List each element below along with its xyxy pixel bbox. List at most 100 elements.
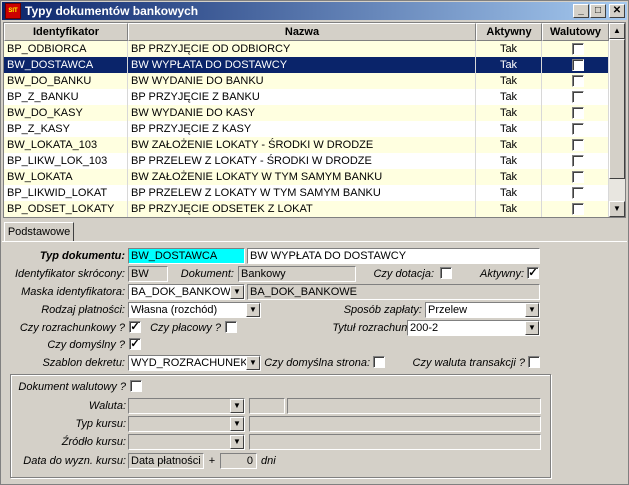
sposob-zaplaty-label: Sposób zapłaty:	[343, 304, 422, 316]
typ-dokumentu-name-field[interactable]: BW WYPŁATA DO DOSTAWCY	[247, 248, 540, 264]
walutowy-checkbox[interactable]	[572, 91, 584, 103]
cell-nazwa: BW ZAŁOŻENIE LOKATY W TYM SAMYM BANKU	[128, 169, 476, 185]
zrodlo-kursu-select[interactable]: ▼	[128, 434, 245, 450]
cell-walutowy	[542, 57, 609, 73]
column-header-currency[interactable]: Walutowy	[542, 23, 609, 41]
tab-podstawowe[interactable]: Podstawowe	[4, 222, 74, 242]
title-bar[interactable]: SIT Typy dokumentów bankowych _ □ ✕	[2, 2, 627, 20]
table-row[interactable]: BW_DO_KASY BW WYDANIE DO KASY Tak	[4, 105, 609, 121]
scroll-down-icon[interactable]: ▼	[609, 201, 625, 217]
column-header-name[interactable]: Nazwa	[128, 23, 476, 41]
column-header-id[interactable]: Identyfikator	[4, 23, 128, 41]
dni-label: dni	[261, 455, 276, 467]
walutowy-checkbox[interactable]	[572, 203, 584, 215]
minimize-button[interactable]: _	[573, 4, 589, 18]
dokument-field: Bankowy	[238, 266, 356, 282]
cell-nazwa: BP PRZELEW Z LOKATY W TYM SAMYM BANKU	[128, 185, 476, 201]
cell-identyfikator: BP_LIKW_LOK_103	[4, 153, 128, 169]
typ-kursu-select[interactable]: ▼	[128, 416, 245, 432]
cell-nazwa: BP PRZYJĘCIE OD ODBIORCY	[128, 41, 476, 57]
walutowy-checkbox[interactable]	[572, 171, 584, 183]
cell-walutowy	[542, 121, 609, 137]
table-row[interactable]: BW_LOKATA_103 BW ZAŁOŻENIE LOKATY - ŚRODK…	[4, 137, 609, 153]
czy-waluta-transakcji-checkbox[interactable]	[528, 356, 540, 368]
cell-aktywny: Tak	[476, 73, 542, 89]
close-button[interactable]: ✕	[609, 4, 625, 18]
maska-label: Maska identyfikatora:	[21, 286, 125, 298]
czy-rozrachunkowy-checkbox[interactable]: ✓	[129, 321, 141, 333]
walutowy-checkbox[interactable]	[572, 75, 584, 87]
table-row[interactable]: BW_DOSTAWCA BW WYPŁATA DO DOSTAWCY Tak	[4, 57, 609, 73]
szablon-dekretu-select[interactable]: WYD_ROZRACHUNEK ▼	[128, 355, 261, 371]
walutowy-checkbox[interactable]	[572, 155, 584, 167]
column-header-active[interactable]: Aktywny	[476, 23, 542, 41]
dokument-label: Dokument:	[180, 268, 234, 280]
chevron-down-icon[interactable]: ▼	[525, 321, 539, 335]
chevron-down-icon[interactable]: ▼	[246, 356, 260, 370]
czy-placowy-label: Czy płacowy ?	[150, 322, 221, 334]
table-row[interactable]: BP_LIKWID_LOKAT BP PRZELEW Z LOKATY W TYM…	[4, 185, 609, 201]
waluta-code-field	[249, 398, 285, 414]
czy-domyslna-strona-checkbox[interactable]	[373, 356, 385, 368]
cell-identyfikator: BP_Z_BANKU	[4, 89, 128, 105]
chevron-down-icon[interactable]: ▼	[525, 303, 539, 317]
walutowy-checkbox[interactable]	[572, 43, 584, 55]
walutowy-checkbox[interactable]	[572, 187, 584, 199]
table-row[interactable]: BW_LOKATA BW ZAŁOŻENIE LOKATY W TYM SAMYM…	[4, 169, 609, 185]
rodzaj-platnosci-select[interactable]: Własna (rozchód) ▼	[128, 302, 261, 318]
maximize-button[interactable]: □	[590, 4, 606, 18]
cell-aktywny: Tak	[476, 89, 542, 105]
cell-aktywny: Tak	[476, 41, 542, 57]
cell-walutowy	[542, 153, 609, 169]
rodzaj-platnosci-label: Rodzaj płatności:	[41, 304, 125, 316]
waluta-select[interactable]: ▼	[128, 398, 245, 414]
typ-kursu-desc-field	[249, 416, 541, 432]
waluta-name-field	[287, 398, 541, 414]
czy-domyslna-strona-label: Czy domyślna strona:	[264, 357, 370, 369]
zrodlo-kursu-label: Źródło kursu:	[61, 436, 126, 448]
table-row[interactable]: BP_ODBIORCA BP PRZYJĘCIE OD ODBIORCY Tak	[4, 41, 609, 57]
details-panel: Typ dokumentu: BW_DOSTAWCA BW WYPŁATA DO…	[2, 241, 627, 483]
scroll-up-icon[interactable]: ▲	[609, 23, 625, 39]
chevron-down-icon[interactable]: ▼	[246, 303, 260, 317]
walutowy-checkbox[interactable]	[572, 139, 584, 151]
dokument-walutowy-label: Dokument walutowy ?	[18, 381, 126, 393]
cell-identyfikator: BW_DO_BANKU	[4, 73, 128, 89]
currency-groupbox: Dokument walutowy ? Waluta: ▼ Typ kursu:…	[10, 374, 551, 478]
maska-select[interactable]: BA_DOK_BANKOW ▼	[128, 284, 245, 300]
tytul-rozrachunku-label: Tytuł rozrachunku:	[332, 322, 422, 334]
sposob-zaplaty-select[interactable]: Przelew ▼	[425, 302, 540, 318]
table-row[interactable]: BP_Z_KASY BP PRZYJĘCIE Z KASY Tak	[4, 121, 609, 137]
tytul-rozrachunku-select[interactable]: 200-2 ▼	[407, 320, 540, 336]
table-row[interactable]: BW_DO_BANKU BW WYDANIE DO BANKU Tak	[4, 73, 609, 89]
scroll-thumb[interactable]	[609, 39, 625, 179]
czy-waluta-transakcji-label: Czy waluta transakcji ?	[412, 357, 526, 369]
app-logo-icon: SIT	[5, 3, 21, 19]
table-row[interactable]: BP_LIKW_LOK_103 BP PRZELEW Z LOKATY - ŚRO…	[4, 153, 609, 169]
documents-grid: Identyfikator Nazwa Aktywny Walutowy BP_…	[3, 22, 626, 218]
cell-aktywny: Tak	[476, 153, 542, 169]
main-window: SIT Typy dokumentów bankowych _ □ ✕ Iden…	[0, 0, 629, 485]
czy-placowy-checkbox[interactable]	[225, 321, 237, 333]
chevron-down-icon[interactable]: ▼	[230, 285, 244, 299]
walutowy-checkbox[interactable]	[572, 59, 584, 71]
zrodlo-kursu-desc-field	[249, 434, 541, 450]
aktywny-checkbox[interactable]: ✓	[527, 267, 539, 279]
walutowy-checkbox[interactable]	[572, 107, 584, 119]
ident-skrocony-field[interactable]: BW	[128, 266, 168, 282]
dokument-walutowy-checkbox[interactable]	[130, 380, 142, 392]
czy-domyslny-checkbox[interactable]: ✓	[129, 338, 141, 350]
chevron-down-icon[interactable]: ▼	[230, 435, 244, 449]
czy-dotacja-checkbox[interactable]	[440, 267, 452, 279]
walutowy-checkbox[interactable]	[572, 123, 584, 135]
plus-sign: +	[208, 455, 216, 467]
typ-dokumentu-id-field[interactable]: BW_DOSTAWCA	[128, 248, 245, 264]
cell-walutowy	[542, 73, 609, 89]
cell-nazwa: BW WYDANIE DO KASY	[128, 105, 476, 121]
table-row[interactable]: BP_Z_BANKU BP PRZYJĘCIE Z BANKU Tak	[4, 89, 609, 105]
czy-domyslny-label: Czy domyślny ?	[47, 339, 125, 351]
table-row[interactable]: BP_ODSET_LOKATY BP PRZYJĘCIE ODSETEK Z LO…	[4, 201, 609, 217]
chevron-down-icon[interactable]: ▼	[230, 399, 244, 413]
vertical-scrollbar[interactable]: ▲ ▼	[609, 23, 625, 217]
chevron-down-icon[interactable]: ▼	[230, 417, 244, 431]
